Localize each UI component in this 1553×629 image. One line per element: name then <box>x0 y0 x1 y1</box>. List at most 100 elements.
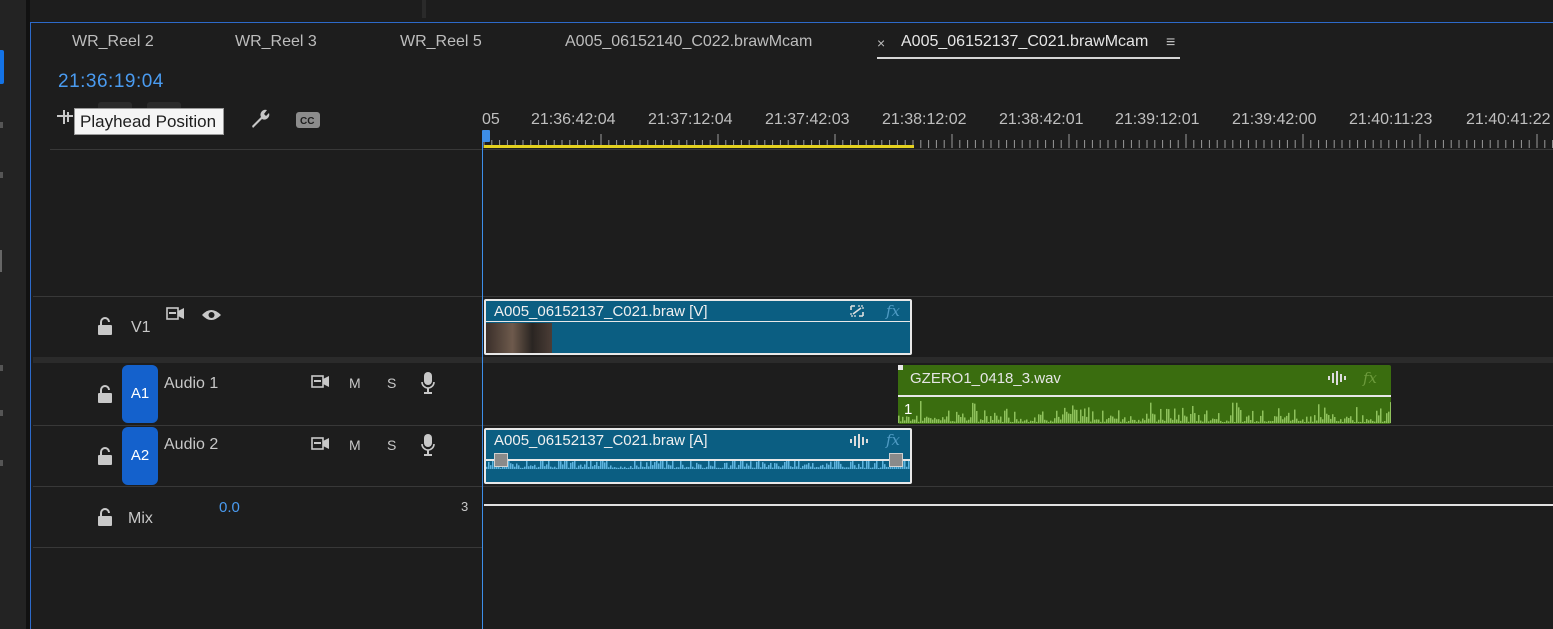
waveform-bar <box>748 465 750 469</box>
video-clip[interactable]: A005_06152137_C021.braw [V] fx <box>484 299 912 355</box>
waveform-bar <box>624 466 626 469</box>
source-patch-icon[interactable] <box>311 436 331 455</box>
waveform-bar <box>564 461 566 469</box>
waveform-bar <box>710 465 712 469</box>
lock-icon[interactable] <box>97 385 113 403</box>
waveform-bar <box>864 467 866 469</box>
tab-c022-mcam[interactable]: A005_06152140_C022.brawMcam <box>565 33 812 51</box>
waveform-bar <box>1156 421 1158 423</box>
waveform-bar <box>994 412 996 423</box>
waveform-bar <box>1236 402 1238 423</box>
waveform-bar <box>1366 419 1368 423</box>
eye-icon[interactable] <box>201 308 222 325</box>
waveform-bar <box>780 467 782 469</box>
waveform-bar <box>654 462 656 469</box>
fx-badge[interactable]: fx <box>886 431 900 449</box>
audio-clip[interactable]: A005_06152137_C021.braw [A] fx <box>484 428 912 484</box>
waveform-bar <box>506 466 508 469</box>
tab-wr-reel-3[interactable]: WR_Reel 3 <box>235 33 317 51</box>
playhead-line[interactable] <box>482 132 483 629</box>
captions-icon[interactable]: CC <box>296 112 320 133</box>
waveform-bar <box>644 467 646 469</box>
track-target-a1[interactable]: A1 <box>122 365 158 423</box>
strip-mark <box>0 250 2 272</box>
waveform-bar <box>604 462 606 469</box>
wrench-icon[interactable] <box>249 108 271 135</box>
waveform-bar <box>1198 414 1200 423</box>
waveform-bar <box>1064 407 1066 423</box>
waveform-bar <box>1210 420 1212 423</box>
transition-handle-out[interactable] <box>889 453 903 467</box>
waveform-bar <box>1322 419 1324 423</box>
waveform-bar <box>712 466 714 469</box>
waveform-bar <box>1332 414 1334 423</box>
lock-icon[interactable] <box>97 317 113 335</box>
waveform-bar <box>546 464 548 469</box>
solo-button[interactable]: S <box>387 437 396 453</box>
waveform-bar <box>848 467 850 469</box>
waveform-bar <box>694 467 696 469</box>
fx-badge[interactable]: fx <box>1363 369 1377 387</box>
microphone-icon[interactable] <box>421 372 435 397</box>
waveform-bar <box>1340 419 1342 423</box>
waveform-bar <box>616 467 618 469</box>
waveform-bar <box>760 467 762 469</box>
waveform-bar <box>1178 414 1180 423</box>
video-audio-divider[interactable] <box>33 357 1553 363</box>
waveform-bar <box>530 465 532 469</box>
waveform-bar <box>876 461 878 469</box>
mute-button[interactable]: M <box>349 437 361 453</box>
waveform-bar <box>842 466 844 469</box>
waveform-bar <box>720 467 722 469</box>
waveform-bar <box>1384 421 1386 423</box>
microphone-icon[interactable] <box>421 434 435 459</box>
mix-volume-line[interactable] <box>484 504 1553 506</box>
source-patch-icon[interactable] <box>166 306 186 325</box>
fx-badge[interactable]: fx <box>886 302 900 320</box>
waveform-bar <box>950 421 952 423</box>
waveform-bar <box>910 420 912 423</box>
work-area-bar[interactable] <box>484 145 914 148</box>
transition-handle-in[interactable] <box>494 453 508 467</box>
waveform-bar <box>1196 421 1198 423</box>
waveform-bar <box>702 467 704 469</box>
waveform-bar <box>984 410 986 423</box>
waveform-bar <box>892 467 894 469</box>
tab-wr-reel-2[interactable]: WR_Reel 2 <box>72 33 154 51</box>
source-patch-icon[interactable] <box>311 374 331 393</box>
panel-menu-icon[interactable]: ≡ <box>1166 34 1175 52</box>
waveform-bar <box>550 466 552 469</box>
track-target-a2[interactable]: A2 <box>122 427 158 485</box>
tab-wr-reel-5[interactable]: WR_Reel 5 <box>400 33 482 51</box>
waveform-bar <box>1256 421 1258 423</box>
tab-close-button[interactable]: × <box>877 35 885 51</box>
track-name-audio-2[interactable]: Audio 2 <box>164 436 218 454</box>
active-panel-indicator <box>0 50 4 84</box>
waveform-bar <box>1036 421 1038 423</box>
tab-c021-mcam[interactable]: A005_06152137_C021.brawMcam <box>901 33 1148 51</box>
track-name-audio-1[interactable]: Audio 1 <box>164 375 218 393</box>
track-divider <box>33 296 1553 297</box>
solo-button[interactable]: S <box>387 375 396 391</box>
playhead-timecode[interactable]: 21:36:19:04 <box>58 71 164 93</box>
mix-volume-value[interactable]: 0.0 <box>219 499 240 516</box>
waveform-bar <box>1238 407 1240 423</box>
audio-clip[interactable]: GZERO1_0418_3.wav fx 1 <box>898 365 1391 424</box>
lock-icon[interactable] <box>97 508 113 526</box>
track-label-v1[interactable]: V1 <box>131 319 151 337</box>
track-name-mix[interactable]: Mix <box>128 510 153 528</box>
waveform-bar <box>838 461 840 469</box>
insert-sequence-icon[interactable] <box>57 108 73 131</box>
waveform-bar <box>1214 419 1216 423</box>
waveform-bar <box>886 466 888 469</box>
waveform-bar <box>878 467 880 469</box>
waveform-bar <box>1140 421 1142 423</box>
mute-button[interactable]: M <box>349 375 361 391</box>
waveform-bar <box>812 463 814 469</box>
playhead-handle[interactable] <box>482 130 490 142</box>
panel-divider[interactable] <box>422 0 426 18</box>
waveform-bar <box>856 467 858 469</box>
top-panel-bar <box>30 0 1553 22</box>
waveform-bar <box>728 467 730 469</box>
lock-icon[interactable] <box>97 447 113 465</box>
